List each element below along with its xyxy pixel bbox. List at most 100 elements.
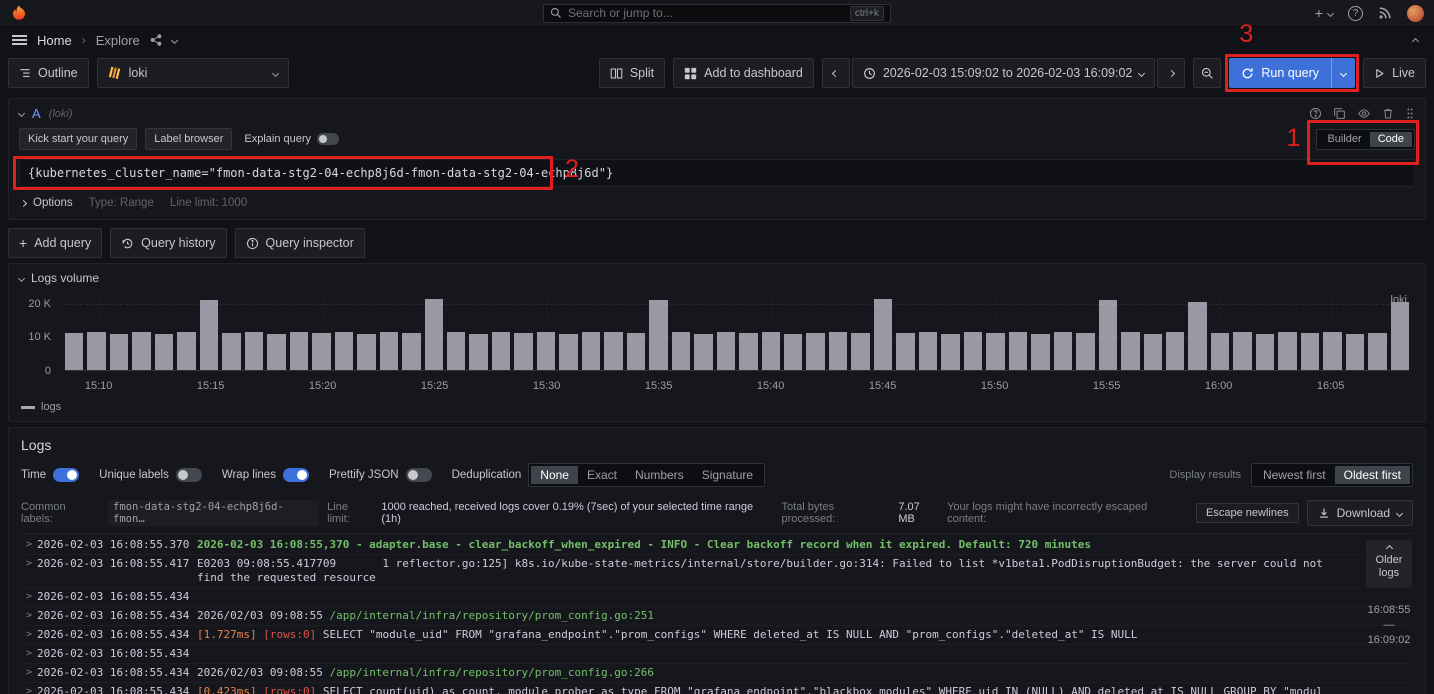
mode-builder-option[interactable]: Builder — [1319, 132, 1369, 147]
disable-query-eye-icon[interactable] — [1357, 107, 1371, 120]
dedup-option-exact[interactable]: Exact — [578, 466, 626, 484]
expand-log-row-icon[interactable]: > — [21, 609, 37, 623]
unique-labels-toggle[interactable] — [176, 468, 202, 482]
explain-query-toggle[interactable] — [317, 133, 339, 145]
chart-legend[interactable]: logs — [19, 399, 1415, 419]
x-axis: 15:1015:1515:2015:2515:3015:3515:4015:45… — [65, 377, 1409, 393]
add-menu-button[interactable]: + — [1315, 5, 1333, 21]
time-toggle[interactable] — [53, 468, 79, 482]
display-option-newest-first[interactable]: Newest first — [1254, 466, 1335, 484]
older-logs-button[interactable]: Older logs — [1366, 540, 1412, 587]
live-label: Live — [1392, 66, 1415, 80]
collapse-panel-icon[interactable] — [18, 274, 25, 281]
breadcrumb-explore[interactable]: Explore — [96, 33, 140, 48]
log-row[interactable]: >2026-02-03 16:08:55.4342026/02/03 09:08… — [21, 664, 1413, 683]
total-bytes-label: Total bytes processed: — [782, 501, 891, 525]
escape-newlines-button[interactable]: Escape newlines — [1196, 503, 1299, 523]
expand-log-row-icon[interactable]: > — [21, 557, 37, 571]
search-input[interactable] — [568, 6, 844, 20]
collapse-section-icon[interactable] — [1409, 27, 1422, 53]
outline-icon — [19, 67, 31, 79]
expand-log-row-icon[interactable]: > — [21, 647, 37, 661]
duplicate-query-icon[interactable] — [1333, 107, 1346, 120]
volume-bar — [312, 333, 330, 370]
logs-volume-header[interactable]: Logs volume — [19, 271, 1415, 285]
search-box[interactable]: ctrl+k — [543, 4, 891, 23]
query-help-icon[interactable] — [1309, 107, 1322, 120]
page: { "colors": { "accent_blue": "#3d71d9", … — [0, 0, 1434, 694]
query-history-label: Query history — [141, 236, 215, 250]
breadcrumb-home[interactable]: Home — [37, 33, 72, 48]
news-rss-icon[interactable] — [1378, 6, 1392, 20]
logs-meta-row: Common labels: fmon-data-stg2-04-echp8j6… — [21, 493, 1413, 534]
legend-label[interactable]: logs — [41, 401, 61, 413]
log-row[interactable]: >2026-02-03 16:08:55.4342026/02/03 09:08… — [21, 607, 1413, 626]
breadcrumb-separator: › — [82, 33, 86, 47]
dedup-option-signature[interactable]: Signature — [693, 466, 762, 484]
options-type: Type: Range — [89, 197, 154, 209]
wrap-lines-toggle[interactable] — [283, 468, 309, 482]
options-toggle[interactable]: Options — [21, 197, 73, 209]
time-shift-back-button[interactable] — [822, 58, 850, 88]
log-row[interactable]: >2026-02-03 16:08:55.434 — [21, 645, 1413, 664]
split-button[interactable]: Split — [599, 58, 665, 88]
query-ref-id[interactable]: A — [32, 106, 41, 121]
run-query-button[interactable]: Run query — [1229, 58, 1331, 88]
dedup-option-none[interactable]: None — [531, 466, 578, 484]
expand-log-row-icon[interactable]: > — [21, 590, 37, 604]
log-navigation-range[interactable]: 16:08:55 — 16:09:02 — [1368, 603, 1411, 648]
log-row[interactable]: >2026-02-03 16:08:55.3702026-02-03 16:08… — [21, 536, 1413, 555]
log-row[interactable]: >2026-02-03 16:08:55.434[0.423ms] [rows:… — [21, 683, 1413, 694]
display-option-oldest-first[interactable]: Oldest first — [1335, 466, 1410, 484]
common-labels-value[interactable]: fmon-data-stg2-04-echp8j6d-fmon… — [108, 500, 319, 526]
menu-hamburger-icon[interactable] — [12, 35, 27, 45]
help-icon[interactable]: ? — [1348, 6, 1363, 21]
log-row[interactable]: >2026-02-03 16:08:55.417E0203 09:08:55.4… — [21, 555, 1413, 588]
volume-bar — [896, 333, 914, 370]
deduplication-label: Deduplication — [452, 469, 522, 481]
volume-bar — [1099, 300, 1117, 370]
download-button[interactable]: Download — [1307, 500, 1413, 526]
volume-bar — [829, 332, 847, 370]
log-message: [1.727ms] [rows:0] SELECT "module_uid" F… — [197, 628, 1413, 642]
log-row[interactable]: >2026-02-03 16:08:55.434 — [21, 588, 1413, 607]
time-shift-forward-button[interactable] — [1157, 58, 1185, 88]
older-logs-label: Older logs — [1369, 554, 1409, 580]
label-browser-button[interactable]: Label browser — [145, 128, 232, 150]
expand-log-row-icon[interactable]: > — [21, 666, 37, 680]
time-range-button[interactable]: 2026-02-03 15:09:02 to 2026-02-03 16:09:… — [852, 58, 1156, 88]
x-tick-label: 15:30 — [533, 380, 561, 392]
grafana-logo[interactable] — [10, 4, 28, 22]
toolbar-right-group: Split Add to dashboard 2026-02-03 15:09:… — [599, 58, 1426, 88]
datasource-picker[interactable]: loki — [97, 58, 289, 88]
mode-code-option[interactable]: Code — [1370, 132, 1412, 147]
expand-log-row-icon[interactable]: > — [21, 685, 37, 694]
prettify-json-toggle[interactable] — [406, 468, 432, 482]
add-to-dashboard-button[interactable]: Add to dashboard — [673, 58, 814, 88]
deduplication-control: Deduplication NoneExactNumbersSignature — [452, 463, 765, 487]
query-history-button[interactable]: Query history — [110, 228, 226, 258]
expand-log-row-icon[interactable]: > — [21, 628, 37, 642]
expand-log-row-icon[interactable]: > — [21, 538, 37, 552]
delete-query-trash-icon[interactable] — [1382, 107, 1394, 120]
user-avatar[interactable] — [1407, 5, 1424, 22]
run-query-label: Run query — [1261, 66, 1319, 80]
display-results-control: Display results Newest firstOldest first — [1169, 463, 1413, 487]
total-bytes-value: 7.07 MB — [898, 501, 939, 525]
time-control: Time — [21, 468, 79, 482]
drag-handle-icon[interactable] — [1405, 107, 1415, 120]
chevron-down-icon[interactable] — [171, 36, 178, 43]
add-query-button[interactable]: + Add query — [8, 228, 102, 258]
query-inspector-button[interactable]: Query inspector — [235, 228, 365, 258]
kick-start-query-button[interactable]: Kick start your query — [19, 128, 137, 150]
add-to-dashboard-icon — [684, 67, 697, 80]
log-row[interactable]: >2026-02-03 16:08:55.434[1.727ms] [rows:… — [21, 626, 1413, 645]
dedup-option-numbers[interactable]: Numbers — [626, 466, 693, 484]
live-button[interactable]: Live — [1363, 58, 1426, 88]
share-icon[interactable] — [150, 34, 162, 46]
collapse-query-icon[interactable] — [18, 110, 25, 117]
run-query-dropdown[interactable] — [1331, 58, 1355, 88]
outline-button[interactable]: Outline — [8, 58, 89, 88]
query-code-editor[interactable]: {kubernetes_cluster_name="fmon-data-stg2… — [19, 159, 1415, 187]
zoom-out-button[interactable] — [1193, 58, 1221, 88]
